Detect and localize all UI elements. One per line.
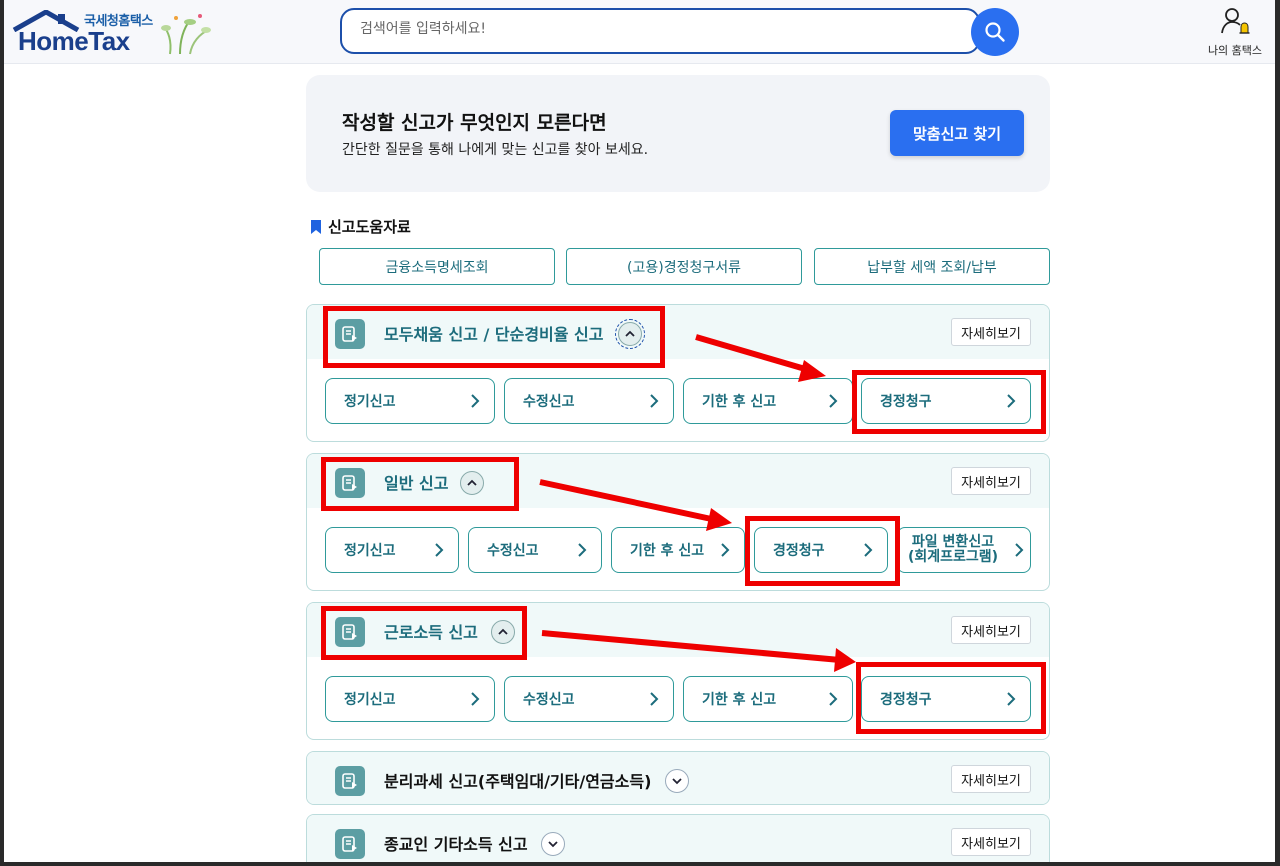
annotation-arrowhead-2 (706, 508, 732, 531)
annotation-arrow-2 (539, 479, 717, 523)
annotation-arrowhead-3 (834, 648, 856, 672)
annotation-arrows (539, 334, 856, 672)
annotation-arrow-3 (541, 630, 841, 663)
annotation-arrowhead-1 (798, 360, 826, 382)
page: 국세청홈택스 HomeTax 검색어를 입력하세요! 나의 홈택스 작성할 신고… (4, 0, 1275, 862)
annotation-arrow-1 (695, 334, 813, 374)
